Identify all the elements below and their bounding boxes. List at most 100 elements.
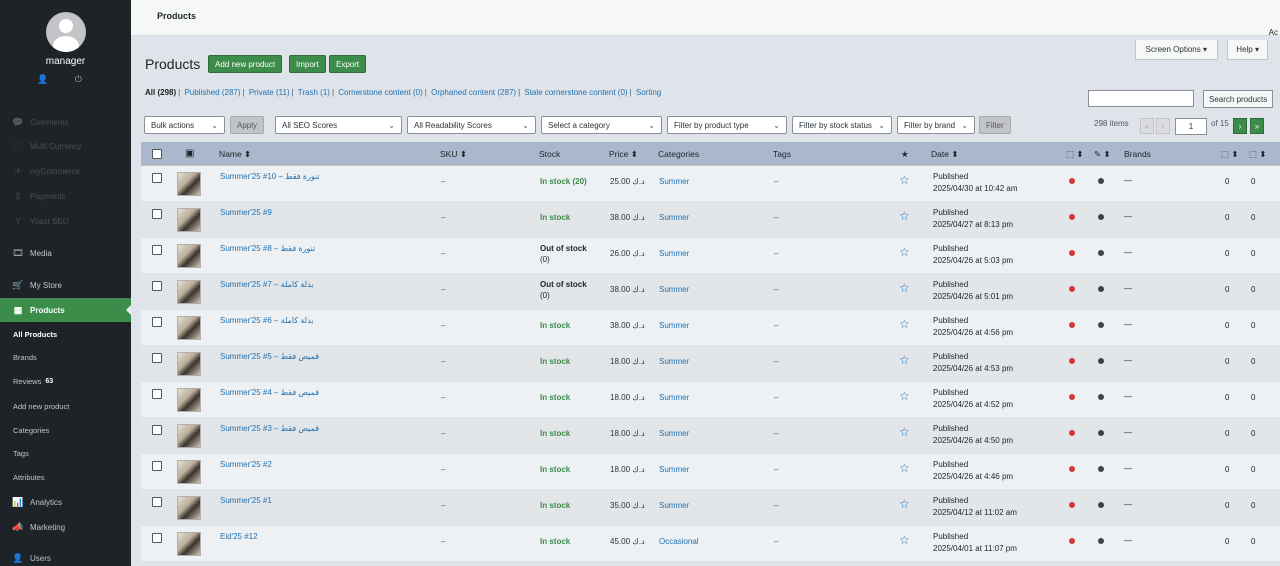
menu-item-my-store[interactable]: 🛒 My Store (0, 275, 131, 295)
menu-item-yoast-seo[interactable]: Y Yoast SEO (0, 211, 131, 231)
row-checkbox[interactable] (152, 497, 162, 507)
table-row[interactable]: Summer'25 #1 – In stock 35.00 د.ك Summer – ☆ Pu… (141, 490, 1280, 525)
row-checkbox[interactable] (152, 281, 162, 291)
readability-select[interactable]: All Readability Scores ⌄ (407, 116, 536, 134)
product-name-link[interactable]: Summer'25 #5 – قميص فقط (220, 352, 319, 361)
product-thumbnail[interactable] (177, 172, 201, 196)
view-trash[interactable]: Trash (1) (298, 88, 330, 97)
product-thumbnail[interactable] (177, 424, 201, 448)
product-thumbnail[interactable] (177, 352, 201, 376)
row-checkbox[interactable] (152, 425, 162, 435)
row-checkbox[interactable] (152, 173, 162, 183)
product-category-link[interactable]: Summer (659, 213, 689, 222)
submenu-categories[interactable]: Categories (0, 420, 131, 440)
view-all[interactable]: All (298) (145, 88, 176, 97)
submenu-attributes[interactable]: Attributes (0, 467, 131, 487)
prev-page-button[interactable]: ‹ (1156, 118, 1170, 134)
row-checkbox[interactable] (152, 533, 162, 543)
screen-options-button[interactable]: Screen Options ▾ (1134, 40, 1218, 60)
product-category-link[interactable]: Summer (659, 465, 689, 474)
row-checkbox[interactable] (152, 461, 162, 471)
product-thumbnail[interactable] (177, 280, 201, 304)
user-icons[interactable]: 👤 ⏻ (0, 74, 131, 85)
product-category-link[interactable]: Summer (659, 249, 689, 258)
product-thumbnail[interactable] (177, 388, 201, 412)
table-row[interactable]: Summer'25 #4 – قميص فقط – In stock 18.00 د.… (141, 382, 1280, 417)
product-thumbnail[interactable] (177, 532, 201, 556)
select-all-checkbox[interactable] (152, 149, 162, 159)
column-featured-icon[interactable]: ★ (901, 149, 909, 160)
export-button[interactable]: Export (329, 55, 367, 73)
menu-item-media[interactable]: 🎞 Media (0, 243, 131, 263)
product-thumbnail[interactable] (177, 460, 201, 484)
product-category-link[interactable]: Summer (659, 429, 689, 438)
filter-button[interactable]: Filter (979, 116, 1011, 134)
featured-star-icon[interactable]: ☆ (899, 353, 910, 367)
menu-item-multi-currency[interactable]: ⬚ Multi Currency (0, 136, 131, 156)
add-new-product-button[interactable]: Add new product (208, 55, 283, 73)
product-category-link[interactable]: Summer (659, 357, 689, 366)
table-row[interactable]: Summer'25 #2 – In stock 18.00 د.ك Summer – ☆ Pu… (141, 454, 1280, 489)
last-page-button[interactable]: » (1250, 118, 1264, 134)
menu-item-mycommerce[interactable]: ✈ myCommerce (0, 161, 131, 181)
table-row[interactable]: Summer'25 #7 – بدلة كاملة – Out of stock (0… (141, 274, 1280, 309)
category-select[interactable]: Select a category ⌄ (541, 116, 662, 134)
submenu-tags[interactable]: Tags (0, 443, 131, 463)
featured-star-icon[interactable]: ☆ (899, 425, 910, 439)
brand-select[interactable]: Filter by brand ⌄ (897, 116, 975, 134)
product-name-link[interactable]: Summer'25 #2 (220, 460, 272, 469)
product-name-link[interactable]: Summer'25 #9 (220, 208, 272, 217)
featured-star-icon[interactable]: ☆ (899, 461, 910, 475)
row-checkbox[interactable] (152, 353, 162, 363)
featured-star-icon[interactable]: ☆ (899, 173, 910, 187)
view-published[interactable]: Published (287) (184, 88, 240, 97)
view-orphaned[interactable]: Orphaned content (287) (431, 88, 516, 97)
avatar[interactable] (46, 12, 86, 52)
bulk-actions-select[interactable]: Bulk actions ⌄ (144, 116, 225, 134)
product-name-link[interactable]: Summer'25 #8 – تنورة فقط (220, 244, 315, 253)
column-name[interactable]: Name ⬍ (219, 149, 251, 160)
column-readability[interactable]: ✎ ⬍ (1094, 149, 1111, 160)
view-stale-cornerstone[interactable]: Stale cornerstone content (0) (524, 88, 627, 97)
row-checkbox[interactable] (152, 209, 162, 219)
product-name-link[interactable]: Summer'25 #3 – قميص فقط (220, 424, 319, 433)
product-name-link[interactable]: Summer'25 #7 – بدلة كاملة (220, 280, 314, 289)
featured-star-icon[interactable]: ☆ (899, 389, 910, 403)
product-name-link[interactable]: Summer'25 #10 – تنورة فقط (220, 172, 320, 181)
featured-star-icon[interactable]: ☆ (899, 317, 910, 331)
menu-item-users[interactable]: 👤 Users (0, 548, 131, 566)
stock-status-select[interactable]: Filter by stock status ⌄ (792, 116, 892, 134)
table-row[interactable]: Summer'25 #8 – تنورة فقط – Out of stock (0)… (141, 238, 1280, 273)
menu-item-payments[interactable]: $ Payments (0, 186, 131, 206)
product-name-link[interactable]: Summer'25 #6 – بدلة كاملة (220, 316, 314, 325)
menu-item-marketing[interactable]: 📣 Marketing (0, 517, 131, 537)
column-price[interactable]: Price ⬍ (609, 149, 638, 160)
column-seo-score[interactable]: ⬚ ⬍ (1066, 149, 1084, 160)
submenu-all-products[interactable]: All Products (0, 324, 131, 344)
menu-item-products[interactable]: ▦ Products (0, 298, 131, 322)
product-category-link[interactable]: Occasional (659, 537, 699, 546)
product-category-link[interactable]: Summer (659, 285, 689, 294)
product-thumbnail[interactable] (177, 208, 201, 232)
menu-item-analytics[interactable]: 📊 Analytics (0, 492, 131, 512)
column-date[interactable]: Date ⬍ (931, 149, 958, 160)
product-name-link[interactable]: Summer'25 #4 – قميص فقط (220, 388, 319, 397)
column-links-in[interactable]: ⬚ ⬍ (1221, 149, 1239, 160)
row-checkbox[interactable] (152, 245, 162, 255)
product-thumbnail[interactable] (177, 496, 201, 520)
row-checkbox[interactable] (152, 317, 162, 327)
featured-star-icon[interactable]: ☆ (899, 281, 910, 295)
user-name[interactable]: manager (0, 56, 131, 67)
table-row[interactable]: Summer'25 #10 – تنورة فقط – In stock (20) 2… (141, 166, 1280, 201)
featured-star-icon[interactable]: ☆ (899, 245, 910, 259)
product-category-link[interactable]: Summer (659, 177, 689, 186)
import-button[interactable]: Import (289, 55, 326, 73)
table-row[interactable]: Summer'25 #5 – قميص فقط – In stock 18.00 د.… (141, 346, 1280, 381)
submenu-brands[interactable]: Brands (0, 347, 131, 367)
featured-star-icon[interactable]: ☆ (899, 497, 910, 511)
column-links-out[interactable]: ⬚ ⬍ (1249, 149, 1267, 160)
seo-scores-select[interactable]: All SEO Scores ⌄ (275, 116, 402, 134)
product-name-link[interactable]: Summer'25 #1 (220, 496, 272, 505)
apply-button[interactable]: Apply (230, 116, 265, 134)
row-checkbox[interactable] (152, 389, 162, 399)
